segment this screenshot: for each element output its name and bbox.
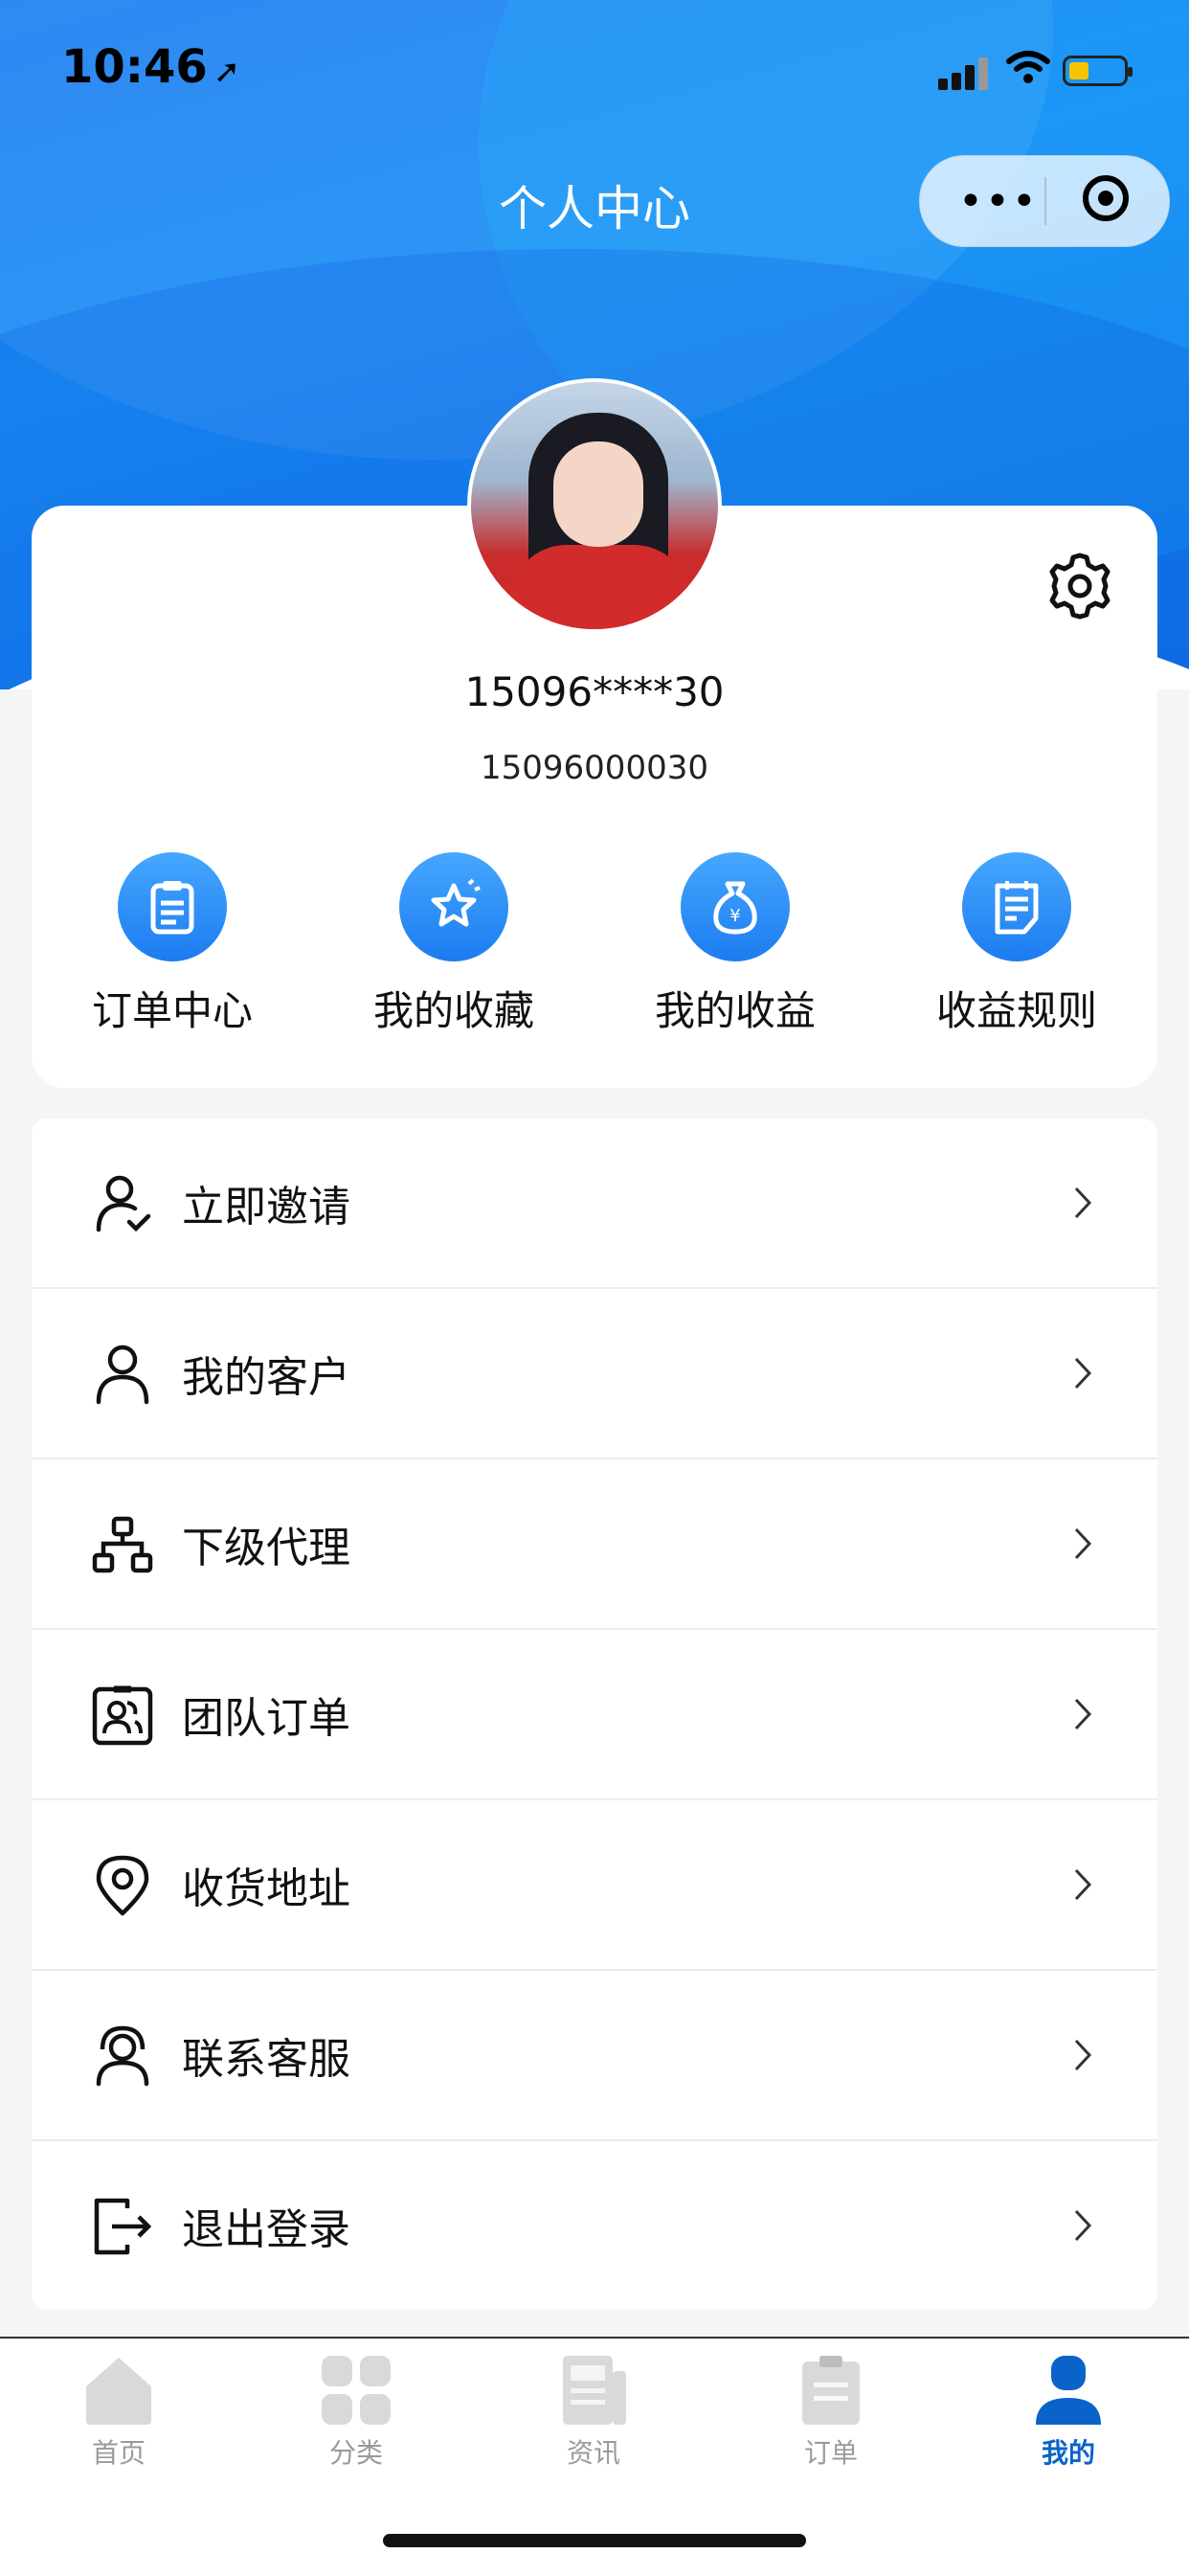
chevron-right-icon xyxy=(1074,1527,1092,1560)
gear-icon[interactable] xyxy=(1043,550,1116,622)
tab-mine[interactable]: 我的 xyxy=(950,2354,1187,2471)
money-bag-icon: ¥ xyxy=(681,852,790,961)
tab-label: 我的 xyxy=(1041,2437,1095,2469)
more-dots-icon[interactable]: ••• xyxy=(958,177,1039,226)
quick-action-favorites[interactable]: 我的收藏 xyxy=(339,852,569,1037)
news-icon xyxy=(563,2356,626,2425)
wifi-icon xyxy=(1005,50,1051,96)
home-icon xyxy=(86,2358,151,2425)
notepad-icon xyxy=(962,852,1071,961)
tab-home[interactable]: 首页 xyxy=(0,2354,237,2471)
team-badge-icon xyxy=(92,1685,153,1746)
menu-item-team-orders[interactable]: 团队订单 xyxy=(32,1630,1157,1800)
svg-text:¥: ¥ xyxy=(729,906,740,926)
logout-icon xyxy=(94,2198,152,2255)
menu-item-label: 联系客服 xyxy=(182,2035,350,2084)
miniprogram-capsule[interactable]: ••• xyxy=(919,155,1170,247)
menu-item-label: 退出登录 xyxy=(182,2205,350,2254)
chevron-right-icon xyxy=(1074,1868,1092,1901)
menu-item-address[interactable]: 收货地址 xyxy=(32,1800,1157,1971)
quick-action-order-center[interactable]: 订单中心 xyxy=(57,852,287,1037)
menu-list: 立即邀请 我的客户 下级代理 团队订单 收货地址 联系客服 退出登录 xyxy=(32,1119,1157,2310)
tab-orders[interactable]: 订单 xyxy=(712,2354,950,2471)
chevron-right-icon xyxy=(1074,1698,1092,1730)
quick-action-label: 收益规则 xyxy=(935,987,1097,1034)
tab-label: 首页 xyxy=(91,2437,146,2469)
menu-item-label: 下级代理 xyxy=(182,1524,350,1572)
star-icon xyxy=(399,852,508,961)
target-icon[interactable] xyxy=(1083,175,1129,221)
menu-item-customers[interactable]: 我的客户 xyxy=(32,1289,1157,1459)
clipboard-icon xyxy=(118,852,227,961)
grid-icon xyxy=(322,2356,391,2425)
chevron-right-icon xyxy=(1074,1186,1092,1219)
full-phone-number: 15096000030 xyxy=(481,749,708,787)
status-bar: 10:46 ➚ xyxy=(0,0,1189,134)
tab-label: 资讯 xyxy=(566,2437,620,2469)
support-agent-icon xyxy=(96,2025,149,2087)
tab-label: 分类 xyxy=(328,2437,383,2469)
menu-item-label: 团队订单 xyxy=(182,1694,350,1743)
menu-item-logout[interactable]: 退出登录 xyxy=(32,2141,1157,2310)
battery-icon xyxy=(1063,56,1133,86)
location-pin-icon xyxy=(96,1855,149,1916)
menu-item-sub-agents[interactable]: 下级代理 xyxy=(32,1459,1157,1630)
tab-category[interactable]: 分类 xyxy=(237,2354,475,2471)
status-time: 10:46 ➚ xyxy=(61,40,241,94)
menu-item-label: 我的客户 xyxy=(182,1353,350,1402)
home-indicator xyxy=(383,2534,806,2547)
chevron-right-icon xyxy=(1074,1357,1092,1390)
menu-item-invite[interactable]: 立即邀请 xyxy=(32,1119,1157,1289)
quick-action-label: 我的收益 xyxy=(654,987,816,1034)
menu-item-label: 收货地址 xyxy=(182,1864,350,1913)
quick-action-earnings[interactable]: ¥ 我的收益 xyxy=(620,852,850,1037)
user-icon xyxy=(96,1344,149,1405)
avatar[interactable] xyxy=(467,378,722,633)
chevron-right-icon xyxy=(1074,2209,1092,2242)
order-icon xyxy=(802,2356,860,2425)
hierarchy-icon xyxy=(92,1516,153,1573)
invite-user-icon xyxy=(96,1175,151,1232)
profile-icon xyxy=(1036,2356,1101,2425)
menu-item-label: 立即邀请 xyxy=(182,1183,350,1232)
chevron-right-icon xyxy=(1074,2039,1092,2071)
quick-action-label: 订单中心 xyxy=(91,987,253,1034)
masked-phone-number: 15096****30 xyxy=(464,668,725,715)
tab-news[interactable]: 资讯 xyxy=(475,2354,712,2471)
cellular-signal-icon xyxy=(938,57,992,90)
quick-action-earning-rules[interactable]: 收益规则 xyxy=(902,852,1132,1037)
tab-label: 订单 xyxy=(803,2437,858,2469)
quick-action-label: 我的收藏 xyxy=(372,987,534,1034)
location-arrow-icon: ➚ xyxy=(213,53,241,91)
menu-item-customer-service[interactable]: 联系客服 xyxy=(32,1971,1157,2141)
